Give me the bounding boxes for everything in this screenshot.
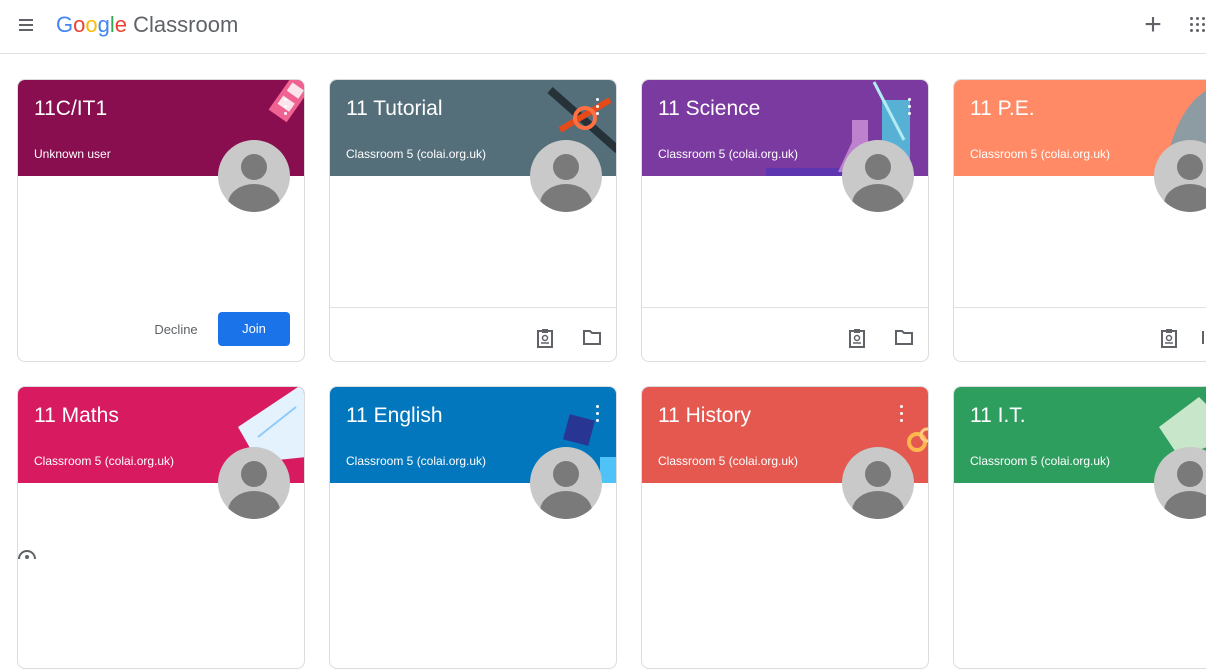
more-options-icon[interactable]: [896, 403, 906, 425]
teacher-avatar: [842, 447, 914, 519]
logo-letter: e: [114, 12, 128, 37]
create-class-button[interactable]: +: [1140, 10, 1166, 40]
class-card[interactable]: 11 Science Classroom 5 (colai.org.uk): [641, 79, 929, 362]
decline-button[interactable]: Decline: [144, 318, 208, 342]
class-title[interactable]: 11 Maths: [34, 404, 119, 428]
help-icon[interactable]: [17, 548, 37, 559]
folder-icon[interactable]: [582, 328, 602, 346]
class-card-footer: [642, 307, 928, 361]
class-card[interactable]: 11 Tutorial Classroom 5 (colai.org.uk): [329, 79, 617, 362]
class-teacher: Classroom 5 (colai.org.uk): [346, 147, 487, 161]
class-card[interactable]: 11 P.E. Classroom 5 (colai.org.uk): [953, 79, 1206, 362]
class-title[interactable]: 11C/IT1: [34, 97, 107, 121]
class-card-footer: [330, 307, 616, 361]
more-options-icon[interactable]: [280, 96, 290, 118]
class-teacher: Classroom 5 (colai.org.uk): [34, 454, 175, 468]
teacher-avatar: [218, 140, 290, 212]
class-title[interactable]: 11 English: [346, 404, 443, 428]
teacher-avatar: [218, 447, 290, 519]
folder-icon[interactable]: [894, 328, 914, 346]
class-card[interactable]: 11 I.T. Classroom 5 (colai.org.uk): [953, 386, 1206, 669]
class-teacher: Classroom 5 (colai.org.uk): [658, 454, 799, 468]
class-card[interactable]: 11 History Classroom 5 (colai.org.uk): [641, 386, 929, 669]
folder-icon[interactable]: [1202, 328, 1206, 346]
menu-icon[interactable]: [17, 14, 39, 36]
product-name: Classroom: [133, 12, 239, 37]
assignments-icon[interactable]: [848, 328, 866, 348]
class-card[interactable]: 11 English Classroom 5 (colai.org.uk): [329, 386, 617, 669]
class-title[interactable]: 11 P.E.: [970, 97, 1035, 121]
assignments-icon[interactable]: [1160, 328, 1178, 348]
logo-letter: o: [85, 12, 98, 37]
logo-letter: o: [73, 12, 86, 37]
assignments-icon[interactable]: [536, 328, 554, 348]
class-card[interactable]: 11 Maths Classroom 5 (colai.org.uk): [17, 386, 305, 669]
class-title[interactable]: 11 Tutorial: [346, 97, 443, 121]
class-title[interactable]: 11 Science: [658, 97, 760, 121]
class-teacher: Classroom 5 (colai.org.uk): [658, 147, 799, 161]
google-wordmark: Google: [56, 12, 133, 37]
more-options-icon[interactable]: [592, 403, 602, 425]
class-teacher: Unknown user: [34, 147, 111, 161]
class-card-footer: [954, 307, 1206, 361]
more-options-icon[interactable]: [904, 96, 914, 118]
class-teacher: Classroom 5 (colai.org.uk): [346, 454, 487, 468]
teacher-avatar: [530, 447, 602, 519]
join-button[interactable]: Join: [218, 312, 290, 346]
class-title[interactable]: 11 History: [658, 404, 751, 428]
class-card[interactable]: 11C/IT1 Unknown user Decline Join: [17, 79, 305, 362]
apps-grid-icon[interactable]: [1190, 17, 1206, 37]
logo-letter: g: [97, 12, 110, 37]
teacher-avatar: [530, 140, 602, 212]
logo-letter: G: [56, 12, 74, 37]
teacher-avatar: [842, 140, 914, 212]
class-title[interactable]: 11 I.T.: [970, 404, 1026, 428]
more-options-icon[interactable]: [592, 96, 602, 118]
class-teacher: Classroom 5 (colai.org.uk): [970, 147, 1111, 161]
class-teacher: Classroom 5 (colai.org.uk): [970, 454, 1111, 468]
top-app-bar: Google Classroom +: [0, 0, 1206, 54]
app-logo[interactable]: Google Classroom: [56, 12, 238, 38]
